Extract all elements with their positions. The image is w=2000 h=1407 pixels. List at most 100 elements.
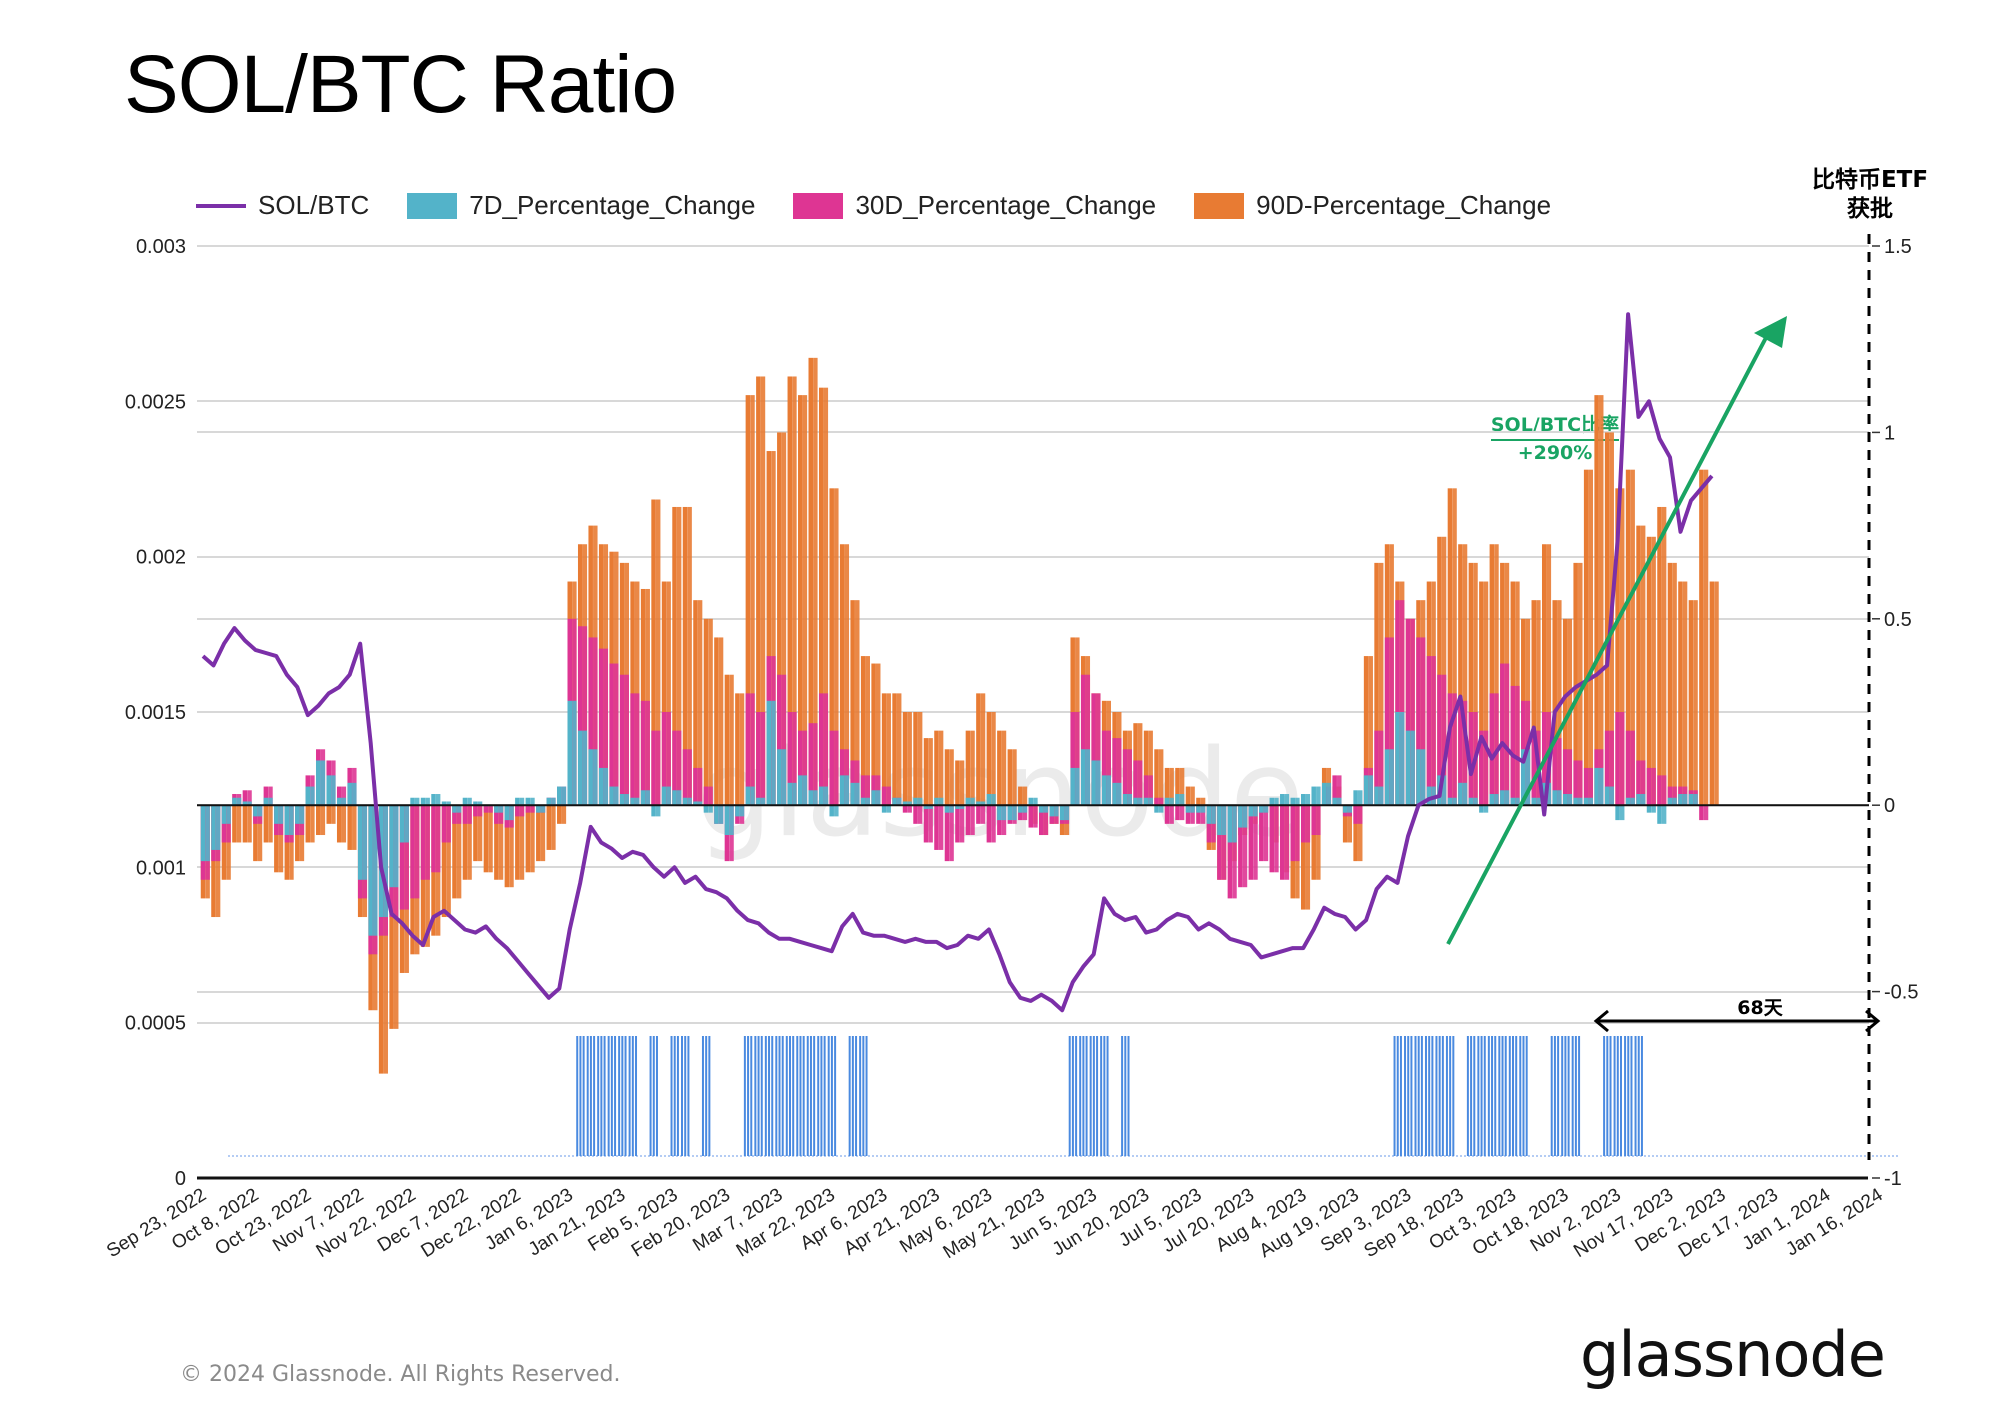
bar-7d xyxy=(236,797,242,806)
signal-bar xyxy=(670,1036,673,1156)
y-right-tick-label: 0 xyxy=(1884,795,1895,817)
signal-bar xyxy=(1404,1036,1407,1156)
bar-7d xyxy=(557,786,562,806)
bar-7d xyxy=(452,805,457,813)
signal-bar xyxy=(705,1036,708,1156)
bar-7d xyxy=(1274,797,1279,806)
bar-30d xyxy=(834,730,839,806)
bar-7d xyxy=(739,805,745,817)
signal-bar xyxy=(820,1036,823,1156)
bar-30d xyxy=(693,767,698,806)
signal-bar xyxy=(635,1036,638,1156)
y-left-tick-label: 0.001 xyxy=(136,857,186,879)
signal-bar xyxy=(830,1036,833,1156)
signal-bar xyxy=(1399,1036,1402,1156)
signal-bar xyxy=(851,1036,854,1156)
chart-canvas: glassnode 00.00050.0010.00150.0020.00250… xyxy=(103,234,1918,1263)
signal-bar xyxy=(785,1036,788,1156)
bar-7d xyxy=(1399,712,1405,806)
bar-7d xyxy=(1598,767,1604,806)
signal-bar xyxy=(781,1036,784,1156)
bar-7d xyxy=(1342,805,1348,813)
bar-30d xyxy=(1300,805,1306,843)
bar-30d xyxy=(1274,805,1279,873)
bar-7d xyxy=(1604,786,1610,806)
bar-7d xyxy=(917,797,923,806)
bar-7d xyxy=(1682,794,1688,806)
bar-7d xyxy=(1504,790,1510,806)
signal-bar xyxy=(655,1036,658,1156)
bar-7d xyxy=(1416,749,1421,806)
signal-bar xyxy=(1512,1036,1515,1156)
bar-7d xyxy=(1064,805,1070,821)
bar-30d xyxy=(881,786,887,806)
signal-bar xyxy=(1627,1036,1630,1156)
bar-90d xyxy=(892,693,897,806)
bar-7d xyxy=(1405,730,1411,806)
bar-7d xyxy=(1238,805,1243,828)
bar-90d xyxy=(316,805,321,836)
bar-7d xyxy=(1221,805,1227,836)
y-left-tick-label: 0.002 xyxy=(136,547,186,569)
bar-90d xyxy=(986,712,992,806)
bar-30d xyxy=(1164,805,1170,824)
bar-30d xyxy=(1284,805,1290,880)
bar-7d xyxy=(1374,786,1379,806)
bar-7d xyxy=(347,782,352,806)
signal-bar xyxy=(1428,1036,1431,1156)
bar-7d xyxy=(331,775,336,806)
bar-30d xyxy=(949,805,954,862)
bar-7d xyxy=(530,797,535,806)
signal-bar xyxy=(848,1036,851,1156)
bar-7d xyxy=(970,797,975,806)
signal-bar xyxy=(610,1036,613,1156)
bar-90d xyxy=(1657,506,1662,806)
bar-30d xyxy=(446,805,451,843)
bar-7d xyxy=(756,797,761,806)
bar-7d xyxy=(357,805,363,880)
bar-7d xyxy=(1169,797,1174,806)
bar-90d xyxy=(1583,469,1589,806)
bar-90d xyxy=(1709,581,1715,806)
bar-7d xyxy=(1227,805,1233,843)
bar-7d xyxy=(934,797,939,806)
bar-7d xyxy=(320,760,326,806)
bar-7d xyxy=(1332,797,1337,806)
signal-bar xyxy=(1424,1036,1427,1156)
bar-7d xyxy=(1311,786,1316,806)
bar-7d xyxy=(389,805,394,888)
bar-7d xyxy=(818,786,824,806)
bar-7d xyxy=(1049,805,1055,817)
bar-7d xyxy=(1033,797,1038,806)
signal-bar xyxy=(1100,1036,1103,1156)
bar-7d xyxy=(1378,786,1384,806)
bar-30d xyxy=(1269,805,1275,873)
bar-7d xyxy=(1116,782,1122,806)
signal-bar xyxy=(1103,1036,1106,1156)
signal-bar xyxy=(1085,1036,1088,1156)
bar-7d xyxy=(997,805,1002,821)
bar-30d xyxy=(634,693,640,806)
bar-7d xyxy=(205,805,210,862)
bar-30d xyxy=(1259,805,1264,862)
bar-30d xyxy=(1500,663,1505,806)
bar-7d xyxy=(792,782,797,806)
bar-7d xyxy=(839,775,845,806)
signal-bar xyxy=(1127,1036,1130,1156)
bar-30d xyxy=(938,805,944,850)
bar-7d xyxy=(771,700,776,806)
bar-7d xyxy=(1321,782,1327,806)
bar-7d xyxy=(1609,786,1614,806)
bar-30d xyxy=(1504,663,1510,806)
signal-bar xyxy=(865,1036,868,1156)
bar-7d xyxy=(823,786,829,806)
bar-7d xyxy=(630,797,635,806)
bar-7d xyxy=(645,790,650,806)
bar-90d xyxy=(236,805,242,843)
signal-bar xyxy=(1564,1036,1567,1156)
glassnode-logo: glassnode xyxy=(1580,1318,1886,1391)
bar-7d xyxy=(1353,790,1358,806)
signal-bar xyxy=(1619,1036,1622,1156)
bar-90d xyxy=(1018,786,1023,806)
bar-7d xyxy=(582,730,588,806)
